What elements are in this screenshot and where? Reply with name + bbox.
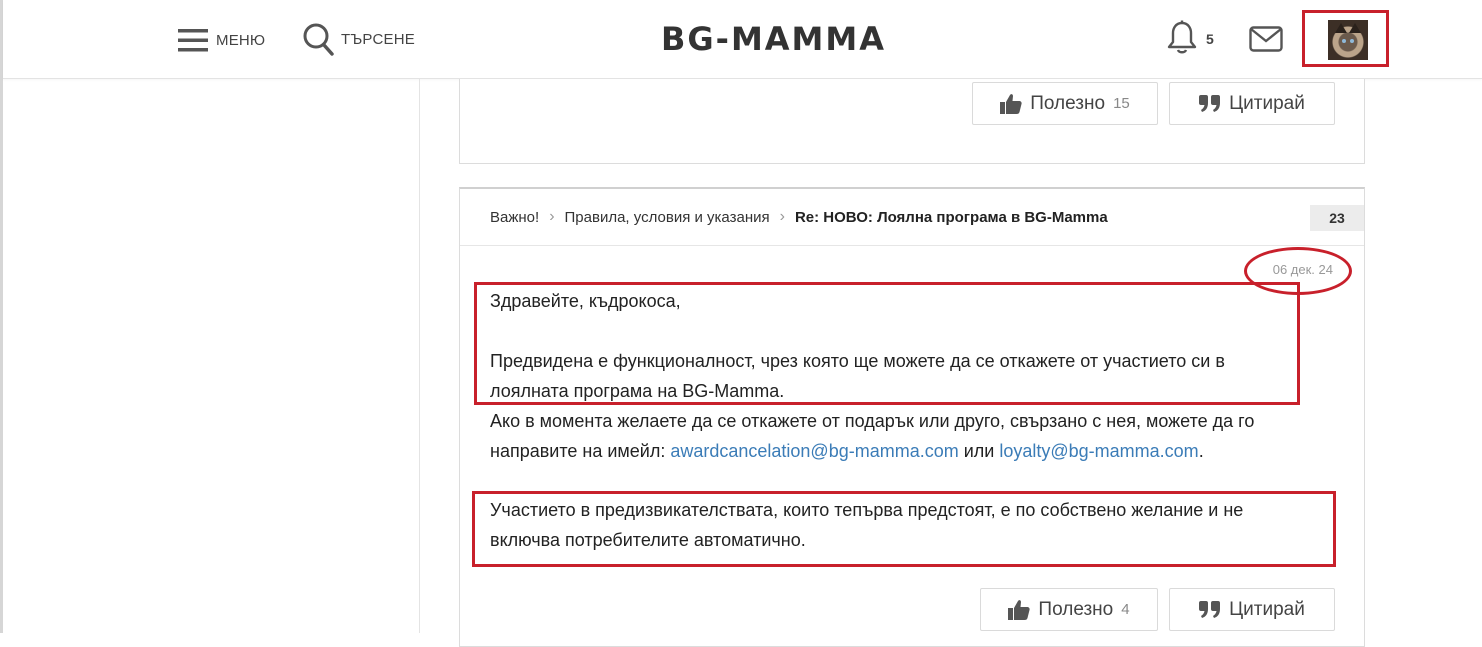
- email-link-loyalty[interactable]: loyalty@bg-mamma.com: [999, 441, 1198, 461]
- like-button[interactable]: Полезно 4: [980, 588, 1158, 631]
- quote-label: Цитирай: [1229, 598, 1305, 620]
- sidebar-divider: [419, 79, 420, 633]
- quote-icon: [1199, 600, 1221, 618]
- or-text: или: [958, 441, 1000, 461]
- quote-icon: [1199, 94, 1221, 112]
- avatar-ear: [1349, 23, 1361, 33]
- avatar-ear: [1335, 23, 1347, 33]
- post-paragraph-line: Ако в момента желаете да се откажете от …: [490, 411, 1255, 431]
- search-button[interactable]: ТЪРСЕНЕ: [302, 22, 415, 56]
- breadcrumb: Важно! › Правила, условия и указания › R…: [490, 208, 1108, 226]
- search-icon: [303, 23, 334, 56]
- text-highlight-box: [474, 282, 1300, 405]
- chevron-right-icon: ›: [549, 208, 555, 225]
- avatar-eye: [1350, 39, 1354, 43]
- quote-button[interactable]: Цитирай: [1169, 82, 1335, 125]
- period: .: [1198, 441, 1204, 461]
- text-highlight-box: [472, 491, 1336, 567]
- avatar-highlight-box[interactable]: [1302, 10, 1389, 67]
- site-logo[interactable]: BG-MAMMA: [661, 20, 886, 58]
- post-card: Важно! › Правила, условия и указания › R…: [459, 187, 1365, 647]
- email-prefix: направите на имейл:: [490, 441, 671, 461]
- top-header: МЕНЮ ТЪРСЕНЕ BG-MAMMA 5: [3, 0, 1482, 79]
- breadcrumb-current[interactable]: Re: НОВО: Лоялна програма в BG-Mamma: [795, 209, 1108, 226]
- like-count: 4: [1121, 601, 1130, 618]
- thumbs-up-icon: [1008, 599, 1031, 620]
- avatar-eye: [1342, 39, 1346, 43]
- like-count: 15: [1113, 95, 1130, 112]
- menu-button[interactable]: МЕНЮ: [178, 24, 265, 56]
- email-link-award[interactable]: awardcancelation@bg-mamma.com: [670, 441, 958, 461]
- breadcrumb-item[interactable]: Важно!: [490, 209, 539, 226]
- quote-label: Цитирай: [1229, 92, 1305, 114]
- like-label: Полезно: [1038, 598, 1114, 620]
- menu-label: МЕНЮ: [216, 31, 266, 49]
- notification-count: 5: [1206, 31, 1214, 47]
- like-button[interactable]: Полезно 15: [972, 82, 1158, 125]
- avatar[interactable]: [1328, 20, 1368, 60]
- quote-button[interactable]: Цитирай: [1169, 588, 1335, 631]
- divider: [460, 245, 1364, 246]
- post-paragraph-line: направите на имейл: awardcancelation@bg-…: [490, 436, 1204, 466]
- hamburger-icon: [178, 29, 208, 52]
- bell-icon[interactable]: [1166, 20, 1198, 56]
- previous-post-footer: Полезно 15 Цитирай: [459, 79, 1365, 164]
- like-label: Полезно: [1030, 92, 1106, 114]
- search-label: ТЪРСЕНЕ: [341, 30, 415, 48]
- post-number-badge: 23: [1310, 205, 1364, 231]
- thumbs-up-icon: [1000, 93, 1022, 114]
- mail-icon[interactable]: [1249, 26, 1283, 52]
- breadcrumb-item[interactable]: Правила, условия и указания: [565, 209, 770, 226]
- chevron-right-icon: ›: [779, 208, 785, 225]
- window-edge: [0, 0, 3, 633]
